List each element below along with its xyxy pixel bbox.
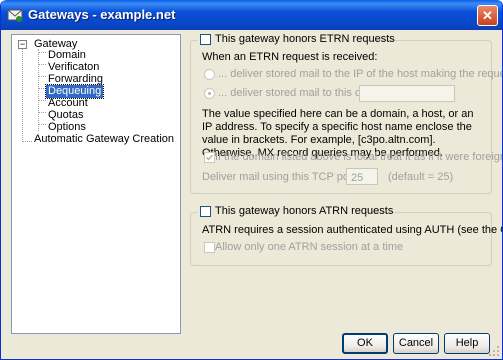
resize-grip-icon[interactable] [488, 345, 500, 357]
app-icon [7, 9, 23, 22]
atrn-one-session-label[interactable]: Allow only one ATRN session at a time [215, 241, 403, 254]
cancel-button[interactable]: Cancel [393, 333, 439, 354]
tcp-port-label: Deliver mail using this TCP port [202, 171, 356, 183]
check-icon [205, 154, 214, 161]
collapse-icon[interactable]: − [18, 40, 27, 49]
tcp-port-input[interactable]: 25 [346, 168, 378, 185]
atrn-honors-label[interactable]: This gateway honors ATRN requests [215, 205, 393, 218]
radio-deliver-to-ip[interactable] [204, 69, 215, 80]
atrn-honors-checkbox[interactable] [200, 206, 211, 217]
settings-tree: − Gateway Domain Verificaton Forwarding … [11, 34, 181, 334]
window-title: Gateways - example.net [28, 7, 176, 22]
tree-line [22, 49, 23, 142]
atrn-one-session-checkbox[interactable] [204, 242, 215, 253]
tree-line [38, 88, 46, 89]
tree-line [38, 49, 39, 131]
close-button[interactable]: ✕ [477, 5, 498, 26]
tree-line [38, 52, 46, 53]
atrn-groupbox [190, 212, 492, 266]
tree-line [38, 124, 46, 125]
local-domain-checkbox[interactable] [204, 152, 215, 163]
radio-deliver-to-domain[interactable] [204, 88, 215, 99]
tcp-port-default: (default = 25) [388, 171, 454, 183]
etrn-when-label: When an ETRN request is received: [202, 51, 378, 63]
tree-line [22, 141, 32, 142]
radio-selected-dot [208, 92, 211, 95]
gateways-dialog: Gateways - example.net ✕ − Gateway Domai… [0, 0, 503, 360]
etrn-honors-checkbox[interactable] [200, 34, 211, 45]
title-bar[interactable]: Gateways - example.net ✕ [1, 0, 502, 30]
tree-line [38, 64, 46, 65]
etrn-domain-input[interactable] [359, 85, 455, 102]
tree-line [38, 76, 46, 77]
tree-item-automatic-gateway-creation[interactable]: Automatic Gateway Creation [32, 133, 176, 146]
tree-line [38, 112, 46, 113]
tree-line [38, 100, 46, 101]
etrn-honors-label[interactable]: This gateway honors ETRN requests [215, 33, 395, 46]
local-domain-label[interactable]: If the domain listed above is local trea… [215, 151, 502, 164]
ok-button[interactable]: OK [342, 333, 388, 354]
radio-deliver-to-ip-label[interactable]: ... deliver stored mail to the IP of the… [218, 68, 502, 81]
help-button[interactable]: Help [444, 333, 490, 354]
atrn-info-text: ATRN requires a session authenticated us… [202, 224, 502, 236]
